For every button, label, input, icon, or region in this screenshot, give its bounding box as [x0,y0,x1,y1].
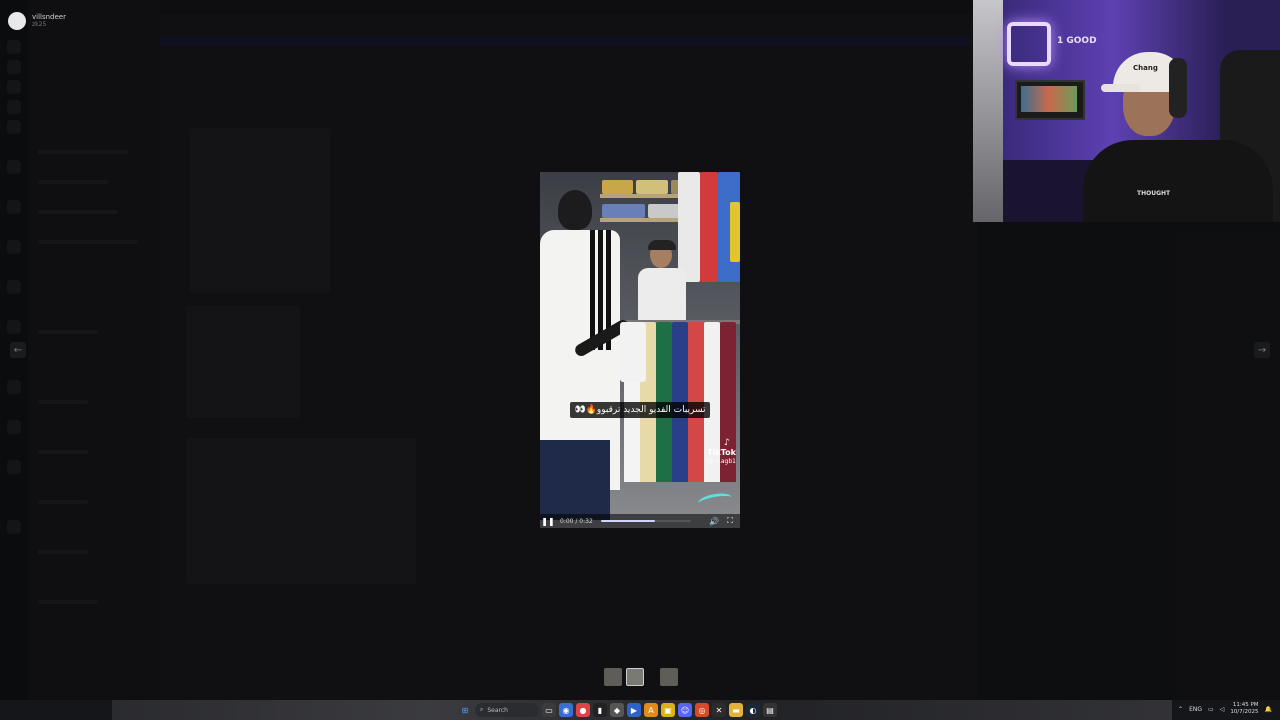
member-list [1175,230,1280,700]
tiktok-watermark: TikTok @ n.agb1 [707,448,736,466]
volume-button[interactable]: 🔊 [708,515,720,527]
progress-fill [600,520,655,522]
app-icon[interactable]: A [644,703,658,717]
fullscreen-icon: ⛶ [727,516,733,525]
app-icon[interactable]: ● [576,703,590,717]
network-icon[interactable]: ▭ [1208,706,1214,713]
system-tray: ⌃ ENG ▭ ◁ 11:45 PM 10/7/2025 🔔 [1178,702,1272,716]
person-figure [638,240,686,332]
task-view-icon[interactable]: ▭ [542,703,556,717]
thumbnail[interactable] [660,668,678,686]
fullscreen-button[interactable]: ⛶ [724,515,736,527]
thumbnail[interactable] [604,668,622,686]
pause-icon: ❚❚ [541,516,555,526]
folder-icon[interactable]: ▬ [729,703,743,717]
steam-icon[interactable]: ◐ [746,703,760,717]
language-indicator[interactable]: ENG [1189,706,1202,713]
uploader-name: villsndeer [32,13,66,21]
search-icon: ⌕ [480,706,484,713]
windows-icon: ⊞ [461,705,469,715]
uploader-info: villsndeer zk25 [8,12,66,30]
avatar [8,12,26,30]
video-player[interactable]: تسريبات الفديو الجديد ترقبوو🔥👀 ♪ TikTok … [540,172,740,528]
headset [1169,58,1187,118]
next-media-button[interactable]: → [1254,342,1270,358]
channel-list [28,0,158,700]
streamer: Chang THOUGHT [1083,30,1273,222]
video-caption: تسريبات الفديو الجديد ترقبوو🔥👀 [570,402,710,418]
app-icon[interactable]: ✕ [712,703,726,717]
arrow-right-icon: → [1257,344,1267,356]
discord-icon[interactable]: ☺ [678,703,692,717]
uploader-status: zk25 [32,21,47,28]
search-label: Search [487,706,508,714]
shirt-text: THOUGHT [1137,190,1171,197]
terminal-icon[interactable]: ▮ [593,703,607,717]
app-icon[interactable]: ▤ [763,703,777,717]
clock[interactable]: 11:45 PM 10/7/2025 [1230,702,1258,716]
volume-icon[interactable]: ◁ [1220,706,1225,713]
chevron-up-icon[interactable]: ⌃ [1178,706,1183,713]
volume-icon: 🔊 [709,516,719,526]
start-button[interactable]: ⊞ [458,703,472,717]
tv-screen [1015,80,1085,120]
pause-button[interactable]: ❚❚ [541,515,555,527]
watermark-label: TikTok [707,448,736,457]
app-icon[interactable]: ◆ [610,703,624,717]
arrow-left-icon: ← [13,344,23,356]
neon-sign-logo [1007,22,1051,66]
browser-icon[interactable]: ◉ [559,703,573,717]
cap-text: Chang [1133,64,1158,72]
taskbar: ⊞ ⌕ Search ▭ ◉ ● ▮ ◆ ▶ A ▣ ☺ ◎ ✕ ▬ ◐ ▤ ⌃… [0,700,1280,720]
notification-icon[interactable]: 🔔 [1265,706,1272,713]
watermark-handle: @ n.agb1 [707,458,736,465]
app-icon[interactable]: ▣ [661,703,675,717]
video-controls: ❚❚ 0:00 / 0:32 🔊 ⛶ [540,514,740,528]
app-icon[interactable]: ▶ [627,703,641,717]
clock-time: 11:45 PM [1232,702,1259,708]
app-icon[interactable]: ◎ [695,703,709,717]
neon-sign-text: 1 GOOD [1057,36,1097,46]
thumbnail-selected[interactable] [626,668,644,686]
video-time: 0:00 / 0:32 [560,517,593,525]
clock-date: 10/7/2025 [1230,709,1259,715]
previous-media-button[interactable]: ← [10,342,26,358]
webcam-overlay: 1 GOOD Chang THOUGHT [973,0,1280,222]
video-progress-bar[interactable] [600,520,691,522]
media-thumbnails [604,668,678,686]
tiktok-logo-icon: ♪ [724,438,730,448]
taskbar-search[interactable]: ⌕ Search [475,703,539,717]
